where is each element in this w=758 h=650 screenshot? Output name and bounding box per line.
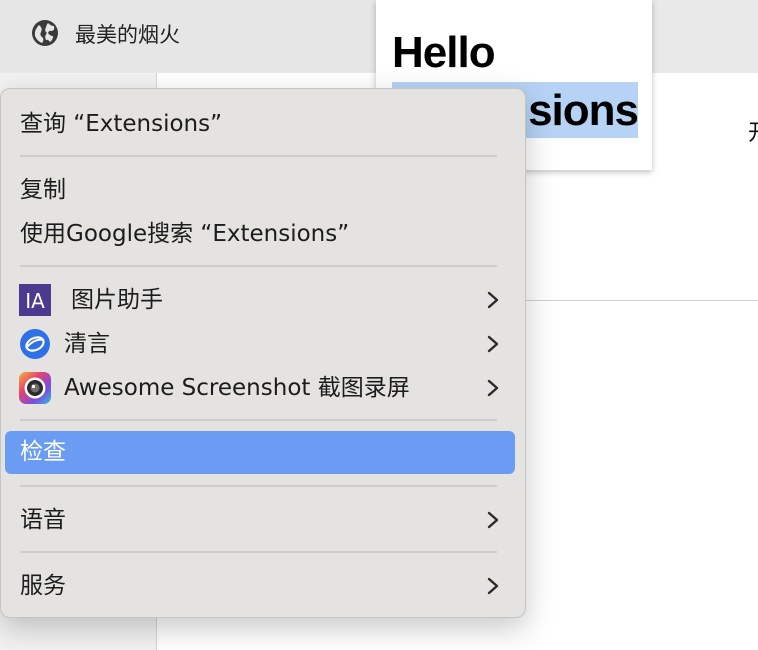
tab-title: 最美的烟火: [75, 23, 180, 47]
image-assistant-icon: IA: [19, 284, 51, 316]
menu-item-label: 语音: [20, 507, 66, 533]
menu-item-lookup[interactable]: 查询 “Extensions”: [5, 104, 515, 144]
context-menu: 查询 “Extensions” 复制 使用Google搜索 “Extension…: [0, 88, 526, 618]
menu-separator: [20, 155, 497, 157]
menu-item-label: Awesome Screenshot 截图录屏: [64, 375, 410, 401]
menu-item-awesome-screenshot[interactable]: Awesome Screenshot 截图录屏: [5, 368, 515, 408]
menu-item-speech[interactable]: 语音: [5, 500, 515, 540]
camera-lens-icon: [19, 372, 51, 404]
chevron-right-icon: [487, 291, 499, 309]
svg-text:IA: IA: [25, 289, 45, 313]
menu-item-label: 服务: [20, 573, 66, 599]
menu-item-qingyan[interactable]: 清言: [5, 324, 515, 364]
menu-separator: [20, 551, 497, 553]
chevron-right-icon: [487, 379, 499, 397]
chevron-right-icon: [487, 335, 499, 353]
menu-separator: [20, 265, 497, 267]
page-text-fragment: 开: [748, 115, 758, 147]
menu-item-copy[interactable]: 复制: [5, 170, 515, 210]
menu-separator: [20, 485, 497, 487]
menu-item-label: 复制: [20, 177, 66, 203]
globe-icon: [32, 20, 58, 46]
chevron-right-icon: [487, 511, 499, 529]
browser-tab[interactable]: 最美的烟火: [0, 0, 376, 72]
popup-hello-text: Hello: [392, 28, 496, 77]
menu-item-label: 图片助手: [71, 287, 163, 313]
menu-item-inspect[interactable]: 检查: [5, 431, 515, 474]
menu-item-label: 检查: [20, 439, 66, 465]
menu-item-image-helper[interactable]: IA 图片助手: [5, 280, 515, 320]
chevron-right-icon: [487, 577, 499, 595]
menu-separator: [20, 419, 497, 421]
menu-item-label: 查询 “Extensions”: [20, 111, 223, 137]
menu-item-search-google[interactable]: 使用Google搜索 “Extensions”: [5, 214, 515, 254]
menu-item-label: 使用Google搜索 “Extensions”: [20, 221, 350, 247]
menu-item-services[interactable]: 服务: [5, 566, 515, 606]
qingyan-icon: [20, 329, 50, 359]
menu-item-label: 清言: [64, 331, 110, 357]
